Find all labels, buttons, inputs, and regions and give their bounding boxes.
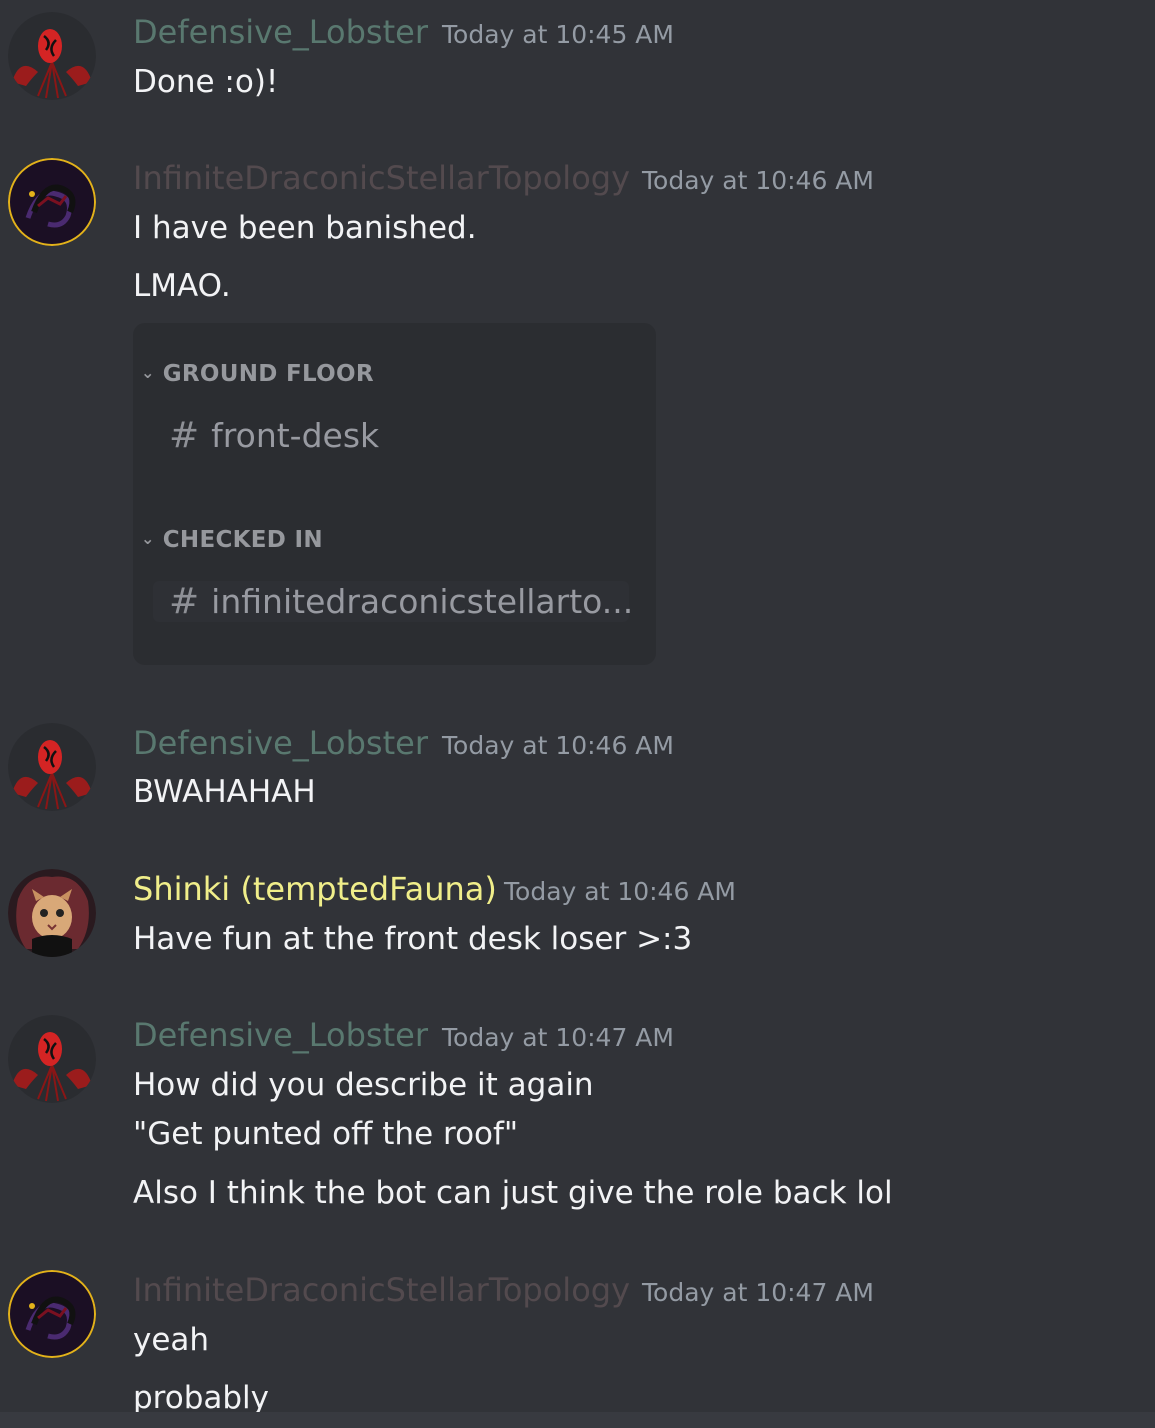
avatar-shinki[interactable] — [8, 869, 96, 957]
author-name[interactable]: Defensive_Lobster — [133, 723, 428, 763]
timestamp: Today at 10:46 AM — [504, 877, 736, 906]
avatar-lobster[interactable] — [8, 1015, 96, 1103]
lobster-avatar-icon — [8, 1015, 96, 1103]
message-text: Have fun at the front desk loser >:3 — [133, 921, 693, 957]
attachment-image[interactable]: ⌄ GROUND FLOOR # front-desk ⌄ CHECKED IN # i… — [133, 323, 656, 665]
message-text: BWAHAHAH — [133, 774, 316, 810]
category-checked-in: ⌄ CHECKED IN — [141, 527, 323, 553]
message-text: How did you describe it again — [133, 1067, 594, 1103]
author-name[interactable]: InfiniteDraconicStellarTopology — [133, 1270, 630, 1310]
dragon-avatar-icon — [8, 1270, 96, 1358]
chevron-down-icon: ⌄ — [141, 529, 155, 548]
author-name[interactable]: InfiniteDraconicStellarTopology — [133, 158, 630, 198]
cat-avatar-icon — [8, 869, 96, 957]
hash-lock-icon: # — [169, 581, 200, 622]
hash-icon: # — [169, 415, 200, 456]
message-text: I have been banished. — [133, 210, 477, 246]
message-text: "Get punted off the roof" — [133, 1116, 519, 1152]
timestamp: Today at 10:46 AM — [442, 731, 674, 760]
lobster-avatar-icon — [8, 723, 96, 811]
dragon-avatar-icon — [8, 158, 96, 246]
chevron-down-icon: ⌄ — [141, 363, 155, 382]
avatar-lobster[interactable] — [8, 723, 96, 811]
avatar-draconic[interactable] — [8, 1270, 96, 1358]
category-label: CHECKED IN — [162, 527, 323, 553]
author-name[interactable]: Defensive_Lobster — [133, 12, 428, 52]
channel-front-desk: # front-desk — [169, 415, 379, 456]
timestamp: Today at 10:47 AM — [642, 1278, 874, 1307]
avatar-draconic[interactable] — [8, 158, 96, 246]
timestamp: Today at 10:47 AM — [442, 1023, 674, 1052]
message-text: Done :o)! — [133, 64, 279, 100]
message-text: Also I think the bot can just give the r… — [133, 1175, 893, 1211]
message-text: LMAO. — [133, 268, 231, 304]
lobster-avatar-icon — [8, 12, 96, 100]
avatar-lobster[interactable] — [8, 12, 96, 100]
category-label: GROUND FLOOR — [162, 361, 374, 387]
category-ground-floor: ⌄ GROUND FLOOR — [141, 361, 374, 387]
channel-label: front-desk — [211, 416, 380, 455]
author-name[interactable]: Defensive_Lobster — [133, 1015, 428, 1055]
message-text: yeah — [133, 1322, 210, 1358]
timestamp: Today at 10:46 AM — [642, 166, 874, 195]
channel-label: infinitedraconicstellarto... — [211, 582, 634, 621]
timestamp: Today at 10:45 AM — [442, 20, 674, 49]
author-name[interactable]: Shinki (temptedFauna) — [133, 869, 497, 909]
channel-private: # infinitedraconicstellarto... — [153, 581, 633, 622]
message-input-edge — [0, 1412, 1155, 1428]
